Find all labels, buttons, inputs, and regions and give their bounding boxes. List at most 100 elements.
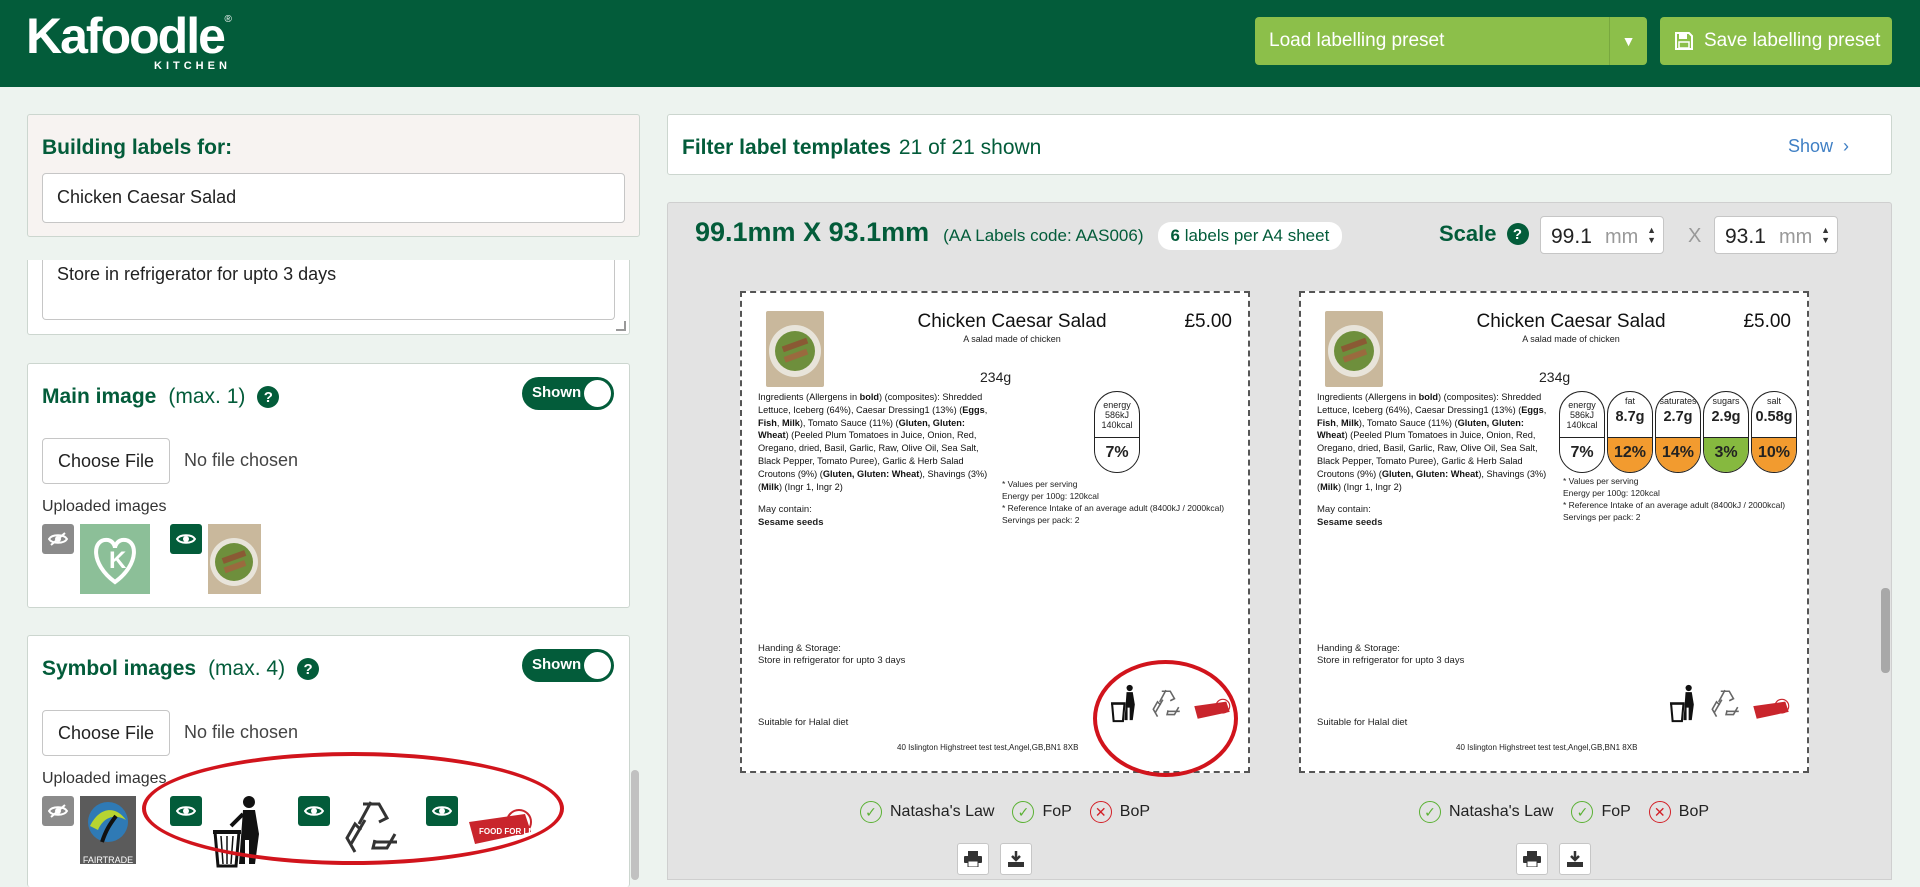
check-icon: ✓ bbox=[860, 801, 882, 823]
traffic-light-salt: salt 0.58g 10% bbox=[1751, 391, 1797, 473]
highlight-oval bbox=[1093, 660, 1238, 777]
print-icon bbox=[1523, 851, 1541, 867]
label-description: A salad made of chicken bbox=[1522, 334, 1620, 344]
label-may-contain: May contain: Sesame seeds bbox=[758, 504, 824, 528]
filter-templates-bar: Filter label templates 21 of 21 shown Sho… bbox=[667, 114, 1892, 175]
main-image-title: Main image (max. 1) ? bbox=[42, 385, 280, 409]
svg-text:K: K bbox=[109, 547, 127, 574]
help-icon[interactable]: ? bbox=[257, 386, 280, 408]
eye-off-icon[interactable] bbox=[42, 796, 74, 826]
storage-card: Store in refrigerator for upto 3 days bbox=[27, 260, 630, 335]
kafoodle-logo[interactable]: Kafoodle ® KITCHEN bbox=[26, 8, 232, 72]
traffic-light-energy: energy 586kJ 140kcal 7% bbox=[1559, 391, 1605, 473]
scale-width-value: 99.1 bbox=[1551, 225, 1592, 248]
kafoodle-logo-thumbnail[interactable]: K bbox=[80, 524, 150, 594]
label-ingredients: Ingredients (Allergens in bold) (composi… bbox=[758, 392, 988, 492]
label-price: £5.00 bbox=[1184, 311, 1232, 332]
download-button[interactable] bbox=[1000, 843, 1032, 875]
uploaded-images-label: Uploaded images bbox=[42, 498, 167, 515]
spinner-icon[interactable]: ▲ ▼ bbox=[1821, 225, 1830, 245]
save-preset-label: Save labelling preset bbox=[1704, 30, 1881, 51]
chevron-right-icon: › bbox=[1838, 136, 1849, 156]
bop-text: BoP bbox=[1119, 803, 1151, 820]
load-preset-dropdown[interactable]: Load labelling preset ▼ bbox=[1255, 17, 1647, 65]
no-file-text: No file chosen bbox=[184, 722, 299, 742]
scale-height-input[interactable]: 93.1 mm ▲ ▼ bbox=[1714, 216, 1838, 254]
template-dimensions: 99.1mm X 93.1mm (AA Labels code: AAS006)… bbox=[695, 217, 1343, 250]
recycle-icon bbox=[1711, 689, 1739, 718]
scale-control: Scale ? bbox=[1439, 221, 1529, 247]
symbol-images-title: Symbol images (max. 4) ? bbox=[42, 657, 320, 681]
scale-height-value: 93.1 bbox=[1725, 225, 1766, 248]
traffic-light-saturates: saturates 2.7g 14% bbox=[1655, 391, 1701, 473]
unit-label: mm bbox=[1605, 226, 1639, 248]
main-image-card: Main image (max. 1) ? Shown Choose File … bbox=[27, 363, 630, 608]
save-icon bbox=[1675, 32, 1693, 50]
label-nutrition-notes: * Values per serving Energy per 100g: 120… bbox=[1002, 479, 1225, 525]
toggle-knob bbox=[584, 652, 611, 679]
natashas-law-text: Natasha's Law bbox=[1449, 803, 1554, 820]
filter-heading: Filter label templates bbox=[682, 136, 891, 159]
natashas-law-text: Natasha's Law bbox=[890, 803, 995, 820]
download-icon bbox=[1008, 851, 1024, 867]
check-icon: ✓ bbox=[1571, 801, 1594, 823]
show-filter-button[interactable]: Show › bbox=[1788, 136, 1849, 157]
show-label: Show bbox=[1787, 136, 1833, 156]
food-image bbox=[766, 311, 824, 387]
save-preset-button[interactable]: Save labelling preset bbox=[1660, 17, 1892, 65]
print-button[interactable] bbox=[1516, 843, 1548, 875]
label-weight: 234g bbox=[1539, 369, 1571, 385]
download-button[interactable] bbox=[1559, 843, 1591, 875]
sidebar-scrollbar[interactable] bbox=[631, 770, 639, 880]
logo-registered-mark: ® bbox=[224, 14, 232, 25]
labels-per-sheet-count: 6 bbox=[1170, 226, 1180, 245]
bop-text: BoP bbox=[1678, 803, 1710, 820]
traffic-light-fat: fat 8.7g 12% bbox=[1607, 391, 1653, 473]
label-address: 40 Islington Highstreet test test,Angel,… bbox=[897, 743, 1079, 752]
recipe-name-input[interactable]: Chicken Caesar Salad bbox=[42, 173, 625, 223]
label-preview-fop[interactable]: Chicken Caesar Salad A salad made of chi… bbox=[1299, 291, 1809, 773]
label-compliance-checks: ✓ Natasha's Law ✓ FoP ✕ BoP bbox=[1419, 801, 1709, 823]
toggle-label: Shown bbox=[532, 384, 582, 401]
spinner-icon[interactable]: ▲ ▼ bbox=[1647, 225, 1656, 245]
fairtrade-text: FAIRTRADE bbox=[82, 855, 134, 864]
fop-text: FoP bbox=[1601, 803, 1631, 820]
building-labels-card: Building labels for: Chicken Caesar Sala… bbox=[27, 114, 640, 237]
check-icon: ✓ bbox=[1419, 801, 1441, 823]
symbol-images-toggle[interactable]: Shown bbox=[522, 649, 614, 682]
chevron-down-icon[interactable]: ▼ bbox=[1609, 17, 1647, 65]
traffic-light-energy: energy 586kJ 140kcal 7% bbox=[1094, 391, 1140, 473]
label-compliance-checks: ✓ Natasha's Law ✓ FoP ✕ BoP bbox=[860, 801, 1150, 823]
template-panel: 99.1mm X 93.1mm (AA Labels code: AAS006)… bbox=[667, 202, 1892, 880]
panel-scrollbar[interactable] bbox=[1881, 588, 1890, 673]
symbol-images-heading: Symbol images bbox=[42, 657, 197, 680]
main-image-toggle[interactable]: Shown bbox=[522, 377, 614, 410]
eye-off-icon[interactable] bbox=[42, 524, 74, 554]
salad-thumbnail[interactable] bbox=[208, 524, 261, 594]
label-ingredients: Ingredients (Allergens in bold) (composi… bbox=[1317, 392, 1547, 492]
choose-file-button[interactable]: Choose File bbox=[42, 438, 170, 484]
label-price: £5.00 bbox=[1743, 311, 1791, 332]
label-halal: Suitable for Halal diet bbox=[1317, 717, 1408, 728]
traffic-light-sugars: sugars 2.9g 3% bbox=[1703, 391, 1749, 473]
label-product-name: Chicken Caesar Salad bbox=[917, 311, 1107, 332]
labels-per-sheet-badge: 6 labels per A4 sheet bbox=[1157, 222, 1343, 250]
resize-handle[interactable] bbox=[616, 321, 626, 331]
scale-width-input[interactable]: 99.1 mm ▲ ▼ bbox=[1540, 216, 1664, 254]
storage-textarea[interactable]: Store in refrigerator for upto 3 days bbox=[42, 260, 615, 320]
choose-file-button[interactable]: Choose File bbox=[42, 710, 170, 756]
scale-label: Scale bbox=[1439, 221, 1497, 246]
fairtrade-thumbnail[interactable]: FAIRTRADE bbox=[80, 796, 136, 864]
toggle-label: Shown bbox=[532, 656, 582, 673]
help-icon[interactable]: ? bbox=[297, 658, 320, 680]
building-labels-title: Building labels for: bbox=[42, 136, 233, 159]
print-button[interactable] bbox=[957, 843, 989, 875]
dimension-separator: X bbox=[1688, 225, 1702, 247]
label-symbols bbox=[1669, 683, 1791, 723]
filter-title: Filter label templates 21 of 21 shown bbox=[682, 136, 1041, 160]
uploaded-images-label: Uploaded images bbox=[42, 770, 167, 787]
food-image bbox=[1325, 311, 1383, 387]
help-icon[interactable]: ? bbox=[1506, 223, 1529, 245]
eye-icon[interactable] bbox=[170, 524, 202, 554]
print-icon bbox=[964, 851, 982, 867]
